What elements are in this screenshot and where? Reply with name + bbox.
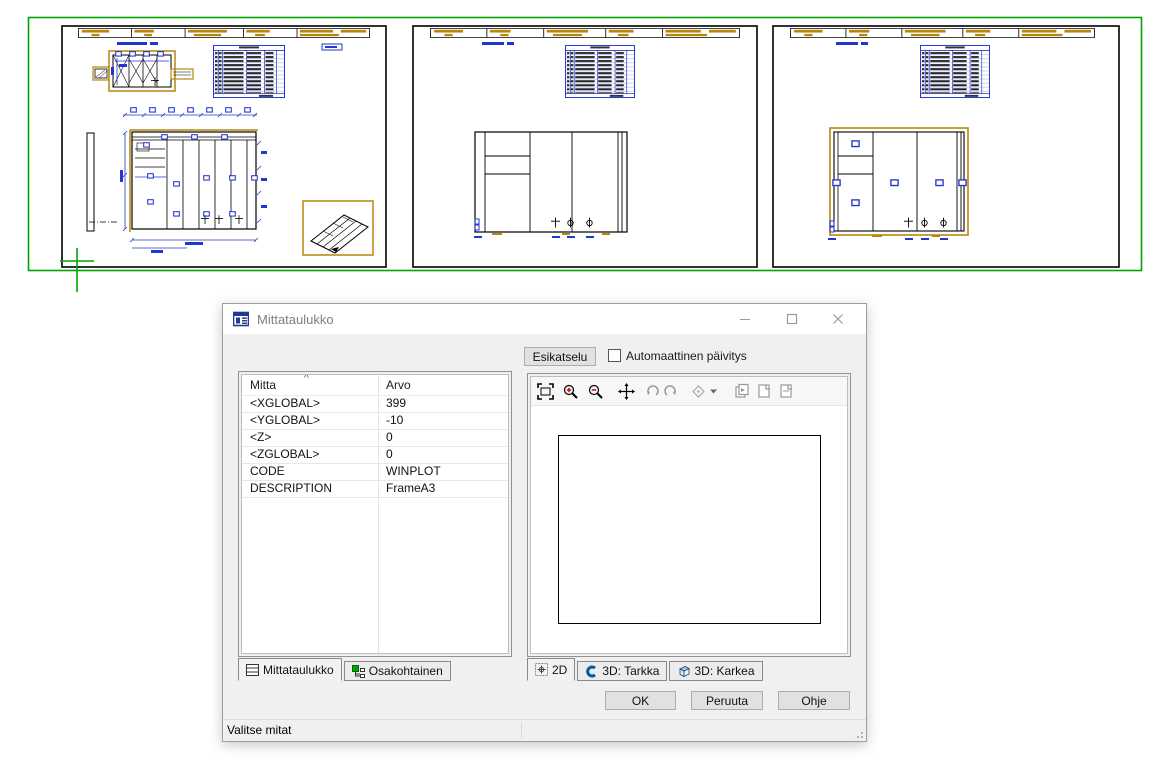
table-list-icon bbox=[246, 664, 259, 676]
arvo-cell: -10 bbox=[386, 413, 403, 427]
preview-panel bbox=[527, 373, 851, 657]
parts-list-table bbox=[214, 45, 285, 97]
measurement-row[interactable]: <YGLOBAL> -10 bbox=[242, 412, 508, 430]
preview-frame-outline[interactable] bbox=[558, 435, 821, 624]
title-block bbox=[791, 28, 1095, 37]
zoom-out-icon[interactable] bbox=[587, 383, 604, 400]
tab-label: Mittataulukko bbox=[263, 663, 334, 677]
tab-label: 2D bbox=[552, 663, 567, 677]
tab-3d-tarkka[interactable]: 3D: Tarkka bbox=[577, 661, 667, 681]
column-header-arvo[interactable]: Arvo bbox=[386, 378, 411, 392]
sheet-3-drawing bbox=[772, 25, 1120, 268]
status-divider bbox=[521, 722, 522, 739]
parts-list-table bbox=[920, 45, 989, 97]
measurement-row[interactable]: <Z> 0 bbox=[242, 429, 508, 447]
drawing-sheet-1[interactable] bbox=[61, 25, 387, 268]
mittataulukko-dialog: Mittataulukko Esikatselu Automaattinen p… bbox=[222, 303, 867, 742]
tab-mittataulukko[interactable]: Mittataulukko bbox=[238, 658, 342, 681]
cancel-button[interactable]: Peruuta bbox=[691, 691, 763, 710]
rotate-ccw-icon bbox=[645, 384, 660, 399]
sheet-1-drawing bbox=[61, 25, 387, 268]
cancel-button-label: Peruuta bbox=[706, 694, 748, 708]
help-button[interactable]: Ohje bbox=[778, 691, 850, 710]
title-block bbox=[78, 28, 369, 37]
tab-label: 3D: Tarkka bbox=[602, 664, 659, 678]
help-button-label: Ohje bbox=[801, 694, 826, 708]
fit-view-icon[interactable] bbox=[537, 383, 554, 400]
crosshair-2d-icon bbox=[535, 663, 548, 676]
solid-3d-icon bbox=[585, 665, 598, 678]
tab-osakohtainen[interactable]: Osakohtainen bbox=[344, 661, 451, 681]
minimize-icon bbox=[739, 313, 751, 325]
cube-3d-icon bbox=[677, 665, 690, 678]
preview-toolbar bbox=[531, 377, 847, 406]
arvo-cell: WINPLOT bbox=[386, 464, 441, 478]
drawing-sheet-3[interactable] bbox=[772, 25, 1120, 268]
dialog-titlebar[interactable]: Mittataulukko bbox=[223, 304, 866, 334]
auto-update-checkbox[interactable] bbox=[608, 349, 621, 362]
mitta-cell: <YGLOBAL> bbox=[250, 413, 320, 427]
maximize-icon bbox=[786, 313, 798, 325]
close-icon bbox=[832, 313, 844, 325]
measurement-row[interactable]: <ZGLOBAL> 0 bbox=[242, 446, 508, 464]
tab-label: 3D: Karkea bbox=[694, 664, 754, 678]
center-target-icon bbox=[692, 385, 705, 398]
arvo-cell: FrameA3 bbox=[386, 481, 435, 495]
close-button[interactable] bbox=[821, 304, 855, 334]
list-header: ^ Mitta Arvo bbox=[242, 375, 508, 396]
parts-list-table bbox=[565, 45, 634, 97]
copy-views-icon bbox=[734, 383, 750, 399]
dropdown-caret-icon[interactable] bbox=[709, 388, 718, 395]
resize-grip-icon[interactable] bbox=[854, 729, 864, 739]
pan-icon[interactable] bbox=[618, 383, 635, 400]
right-tabbar: 2D 3D: Tarkka 3D: Karkea bbox=[527, 658, 765, 681]
measurement-row[interactable]: CODE WINPLOT bbox=[242, 463, 508, 481]
title-block bbox=[431, 28, 740, 37]
mitta-cell: <ZGLOBAL> bbox=[250, 447, 319, 461]
arvo-cell: 0 bbox=[386, 447, 393, 461]
tab-label: Osakohtainen bbox=[369, 664, 443, 678]
status-text: Valitse mitat bbox=[227, 723, 291, 737]
auto-update-label: Automaattinen päivitys bbox=[626, 349, 747, 363]
sheet-2-drawing bbox=[412, 25, 758, 268]
measurement-panel: ^ Mitta Arvo <XGLOBAL> 399 <YGLOBAL> -10… bbox=[238, 371, 512, 657]
mitta-cell: DESCRIPTION bbox=[250, 481, 332, 495]
tab-3d-karkea[interactable]: 3D: Karkea bbox=[669, 661, 762, 681]
arvo-cell: 0 bbox=[386, 430, 393, 444]
dialog-title: Mittataulukko bbox=[257, 312, 334, 327]
measurement-row[interactable]: DESCRIPTION FrameA3 bbox=[242, 480, 508, 498]
mitta-cell: CODE bbox=[250, 464, 285, 478]
left-tabbar: Mittataulukko Osakohtainen bbox=[238, 658, 453, 681]
sort-ascending-icon: ^ bbox=[304, 374, 309, 384]
measurement-list[interactable]: ^ Mitta Arvo <XGLOBAL> 399 <YGLOBAL> -10… bbox=[241, 374, 509, 654]
drawing-sheet-2[interactable] bbox=[412, 25, 758, 268]
measurement-row[interactable]: <XGLOBAL> 399 bbox=[242, 395, 508, 413]
tab-2d[interactable]: 2D bbox=[527, 658, 575, 681]
column-header-mitta[interactable]: Mitta bbox=[250, 378, 276, 392]
arvo-cell: 399 bbox=[386, 396, 406, 410]
dialog-window-icon bbox=[233, 311, 249, 327]
zoom-in-icon[interactable] bbox=[562, 383, 579, 400]
copy-view-icon bbox=[756, 383, 772, 399]
copy-part-icon bbox=[778, 383, 794, 399]
preview-button[interactable]: Esikatselu bbox=[524, 347, 596, 366]
preview-button-label: Esikatselu bbox=[533, 350, 588, 364]
rotate-cw-icon bbox=[663, 384, 678, 399]
maximize-button[interactable] bbox=[775, 304, 809, 334]
mitta-cell: <XGLOBAL> bbox=[250, 396, 320, 410]
mitta-cell: <Z> bbox=[250, 430, 271, 444]
ok-button-label: OK bbox=[632, 694, 649, 708]
ok-button[interactable]: OK bbox=[605, 691, 676, 710]
status-bar: Valitse mitat bbox=[223, 719, 866, 741]
preview-area bbox=[530, 376, 848, 654]
part-tree-icon bbox=[352, 665, 365, 678]
minimize-button[interactable] bbox=[728, 304, 762, 334]
